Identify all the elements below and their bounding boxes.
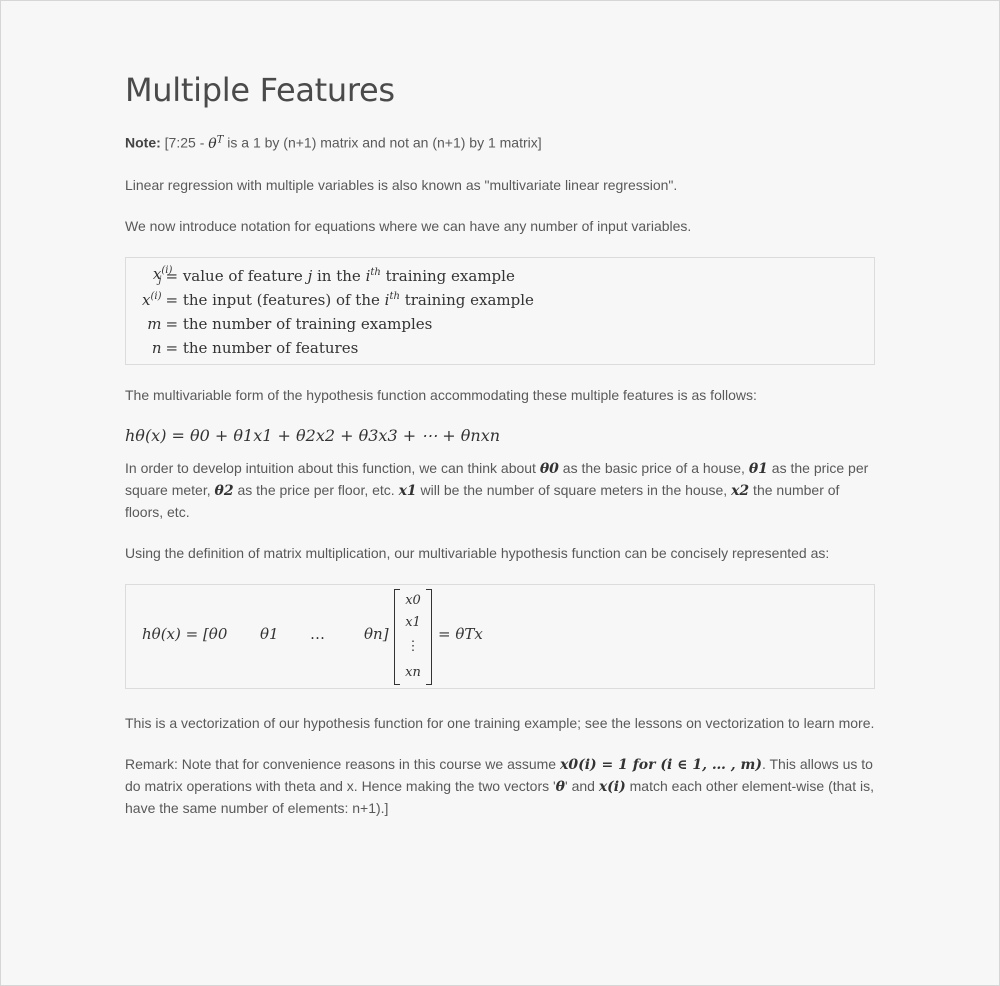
matrix-theta-1: θ1: [260, 624, 279, 643]
definition-row: x(i)j = value of feature j in the ith tr…: [152, 265, 515, 287]
matrix-lhs: hθ(x) = [θ0: [142, 624, 228, 643]
remark-paragraph: Remark: Note that for convenience reason…: [125, 755, 874, 816]
matrix-intro: Using the definition of matrix multiplic…: [125, 544, 830, 561]
intro-paragraph-2: We now introduce notation for equations …: [125, 217, 692, 234]
definitions-box: x(i)j = value of feature j in the ith tr…: [125, 256, 875, 365]
note-post: is a 1 by (n+1) matrix and not an (n+1) …: [223, 134, 542, 151]
page-frame: Multiple Features Note: [7:25 - θT is a …: [0, 0, 1000, 986]
definition-row: m = the number of training examples: [147, 314, 433, 333]
content-column: Multiple Features Note: [7:25 - θT is a …: [125, 71, 877, 819]
matrix-rhs: = θTx: [438, 624, 483, 643]
multivariable-intro: The multivariable form of the hypothesis…: [125, 386, 757, 403]
intro-paragraph-1: Linear regression with multiple variable…: [125, 176, 678, 193]
definitions-table: x(i)j = value of feature j in the ith tr…: [142, 264, 534, 360]
vectorization-paragraph: This is a vectorization of our hypothesi…: [125, 714, 875, 731]
intuition-paragraph: In order to develop intuition about this…: [125, 459, 869, 520]
matrix-equation-box: hθ(x) = [θ0 θ1 … θn] x0 x1 ⋮ xn = θTx: [125, 583, 875, 689]
definition-row: n = the number of features: [151, 338, 359, 357]
matrix-dots: …: [310, 624, 325, 643]
note-theta: θT: [208, 134, 224, 152]
note-label: Note:: [125, 134, 161, 151]
matrix-theta-n: θn]: [364, 624, 389, 643]
definition-row: x(i) = the input (features) of the ith t…: [142, 290, 534, 309]
hypothesis-equation: hθ(x) = θ0 + θ1x1 + θ2x2 + θ3x3 + ⋯ + θn…: [125, 425, 501, 445]
note-paragraph: Note: [7:25 - θT is a 1 by (n+1) matrix …: [125, 129, 877, 155]
feature-vector: x0 x1 ⋮ xn: [394, 588, 432, 685]
note-pre: [7:25 -: [164, 134, 209, 151]
page-title: Multiple Features: [125, 71, 395, 109]
